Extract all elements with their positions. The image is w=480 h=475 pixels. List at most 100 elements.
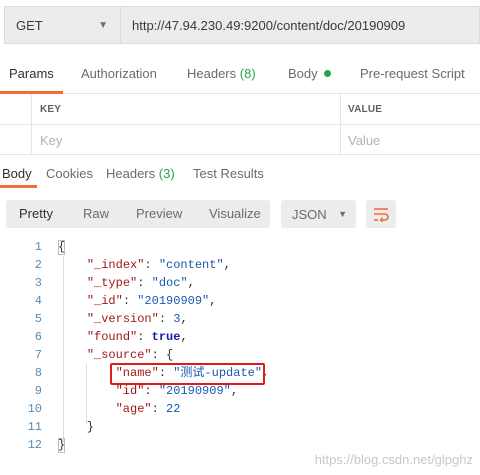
json-punctuation: , xyxy=(230,384,239,398)
matching-brace-marker xyxy=(58,240,65,255)
params-header-row: KEY VALUE xyxy=(0,94,480,125)
pretty-button[interactable]: Pretty xyxy=(19,200,53,228)
column-divider xyxy=(340,125,341,154)
json-key: "_version" xyxy=(86,312,159,326)
wrap-lines-button[interactable] xyxy=(366,200,396,228)
json-punctuation: : xyxy=(122,294,138,308)
headers-count: (8) xyxy=(239,66,256,81)
params-empty-row: Key Value xyxy=(0,125,480,155)
json-key: "_type" xyxy=(86,276,138,290)
highlight-box xyxy=(110,363,265,385)
json-punctuation: : xyxy=(158,312,174,326)
line-number: 6 xyxy=(34,330,42,344)
response-body-code[interactable]: 1 2 3 4 5 6 7 8 9 10 11 12 { "_index": "content", "… xyxy=(0,238,480,460)
method-select[interactable]: GET ▼ xyxy=(4,6,120,44)
json-punctuation: : xyxy=(144,384,159,398)
tab-headers-label: Headers xyxy=(187,66,237,81)
raw-button[interactable]: Raw xyxy=(83,200,109,228)
json-value: true xyxy=(151,330,181,344)
line-number: 1 xyxy=(34,240,42,254)
code-line: } xyxy=(58,418,269,436)
tab-pre-request-script-label: Pre-request Script xyxy=(360,66,465,81)
json-value: "20190909" xyxy=(158,384,231,398)
line-number: 12 xyxy=(27,438,42,452)
json-punctuation: , xyxy=(209,294,217,308)
indent-guide xyxy=(63,256,64,442)
response-active-underline xyxy=(0,185,37,188)
line-number: 9 xyxy=(34,384,42,398)
response-tab-headers-label: Headers xyxy=(106,166,156,181)
json-punctuation: , xyxy=(187,276,195,290)
request-url-bar: GET ▼ http://47.94.230.49:9200/content/d… xyxy=(4,6,480,44)
response-tab-cookies[interactable]: Cookies xyxy=(46,166,93,181)
key-input[interactable]: Key xyxy=(40,133,62,148)
json-key: "_id" xyxy=(86,294,123,308)
url-input[interactable]: http://47.94.230.49:9200/content/doc/201… xyxy=(120,6,480,44)
json-key: "found" xyxy=(86,330,138,344)
code-line: "_version": 3, xyxy=(58,310,269,328)
matching-brace-marker xyxy=(58,438,65,453)
format-select[interactable]: JSON ▼ xyxy=(281,200,356,228)
response-tab-body[interactable]: Body xyxy=(2,166,32,181)
json-value: "doc" xyxy=(151,276,188,290)
line-number: 10 xyxy=(27,402,42,416)
code-line: "_source": { xyxy=(58,346,269,364)
json-punctuation: : { xyxy=(151,348,174,362)
line-number: 11 xyxy=(27,420,42,434)
line-number: 7 xyxy=(34,348,42,362)
preview-button[interactable]: Preview xyxy=(136,200,182,228)
json-key: "id" xyxy=(115,384,145,398)
green-dot-icon xyxy=(323,70,331,77)
key-column-header: KEY xyxy=(40,104,62,115)
line-number: 2 xyxy=(34,258,42,272)
format-label: JSON xyxy=(292,206,327,222)
tab-params[interactable]: Params xyxy=(9,66,54,81)
value-column-header: VALUE xyxy=(348,104,383,115)
tab-params-label: Params xyxy=(9,66,54,81)
line-number: 8 xyxy=(34,366,42,380)
wrap-lines-icon xyxy=(374,208,389,222)
params-table: KEY VALUE Key Value xyxy=(0,94,480,155)
tab-pre-request-script[interactable]: Pre-request Script xyxy=(360,66,465,81)
response-headers-count: (3) xyxy=(158,166,175,181)
json-punctuation: , xyxy=(223,258,231,272)
code-line: "age": 22 xyxy=(58,400,269,418)
json-punctuation: : xyxy=(137,330,152,344)
request-tabs: Params Authorization Headers (8) Body Pr… xyxy=(0,54,480,94)
visualize-button[interactable]: Visualize xyxy=(209,200,261,228)
value-input[interactable]: Value xyxy=(348,133,380,148)
json-value: 22 xyxy=(166,402,181,416)
code-line: "_type": "doc", xyxy=(58,274,269,292)
tab-authorization-label: Authorization xyxy=(81,66,157,81)
json-key: "_source" xyxy=(86,348,152,362)
chevron-down-icon: ▼ xyxy=(98,19,108,31)
tab-authorization[interactable]: Authorization xyxy=(81,66,157,81)
code-line: "_index": "content", xyxy=(58,256,269,274)
response-tabs: Body Cookies Headers (3) Test Results xyxy=(0,158,480,188)
json-value: "20190909" xyxy=(137,294,210,308)
json-key: "_index" xyxy=(86,258,145,272)
method-label: GET xyxy=(16,17,43,33)
indent-guide xyxy=(86,364,87,424)
line-number: 4 xyxy=(34,294,42,308)
json-punctuation: : xyxy=(151,402,167,416)
line-number: 3 xyxy=(34,276,42,290)
code-line: { xyxy=(58,238,269,256)
code-line: "_id": "20190909", xyxy=(58,292,269,310)
json-punctuation: , xyxy=(180,312,188,326)
response-tab-headers[interactable]: Headers (3) xyxy=(106,166,175,181)
json-punctuation: : xyxy=(137,276,152,290)
json-punctuation: : xyxy=(144,258,159,272)
response-tab-test-results[interactable]: Test Results xyxy=(193,166,264,181)
code-line: "found": true, xyxy=(58,328,269,346)
tab-headers[interactable]: Headers (8) xyxy=(187,66,256,81)
params-row-gutter xyxy=(0,94,32,124)
view-mode-selector: Pretty Raw Preview Visualize xyxy=(6,200,270,228)
params-row-gutter xyxy=(0,125,32,154)
line-number: 5 xyxy=(34,312,42,326)
line-number-gutter: 1 2 3 4 5 6 7 8 9 10 11 12 xyxy=(0,238,42,454)
response-toolbar: Pretty Raw Preview Visualize JSON ▼ xyxy=(0,197,480,231)
code-lines: { "_index": "content", "_type": "doc", "… xyxy=(58,238,269,454)
tab-body[interactable]: Body xyxy=(288,66,331,81)
json-key: "age" xyxy=(115,402,152,416)
